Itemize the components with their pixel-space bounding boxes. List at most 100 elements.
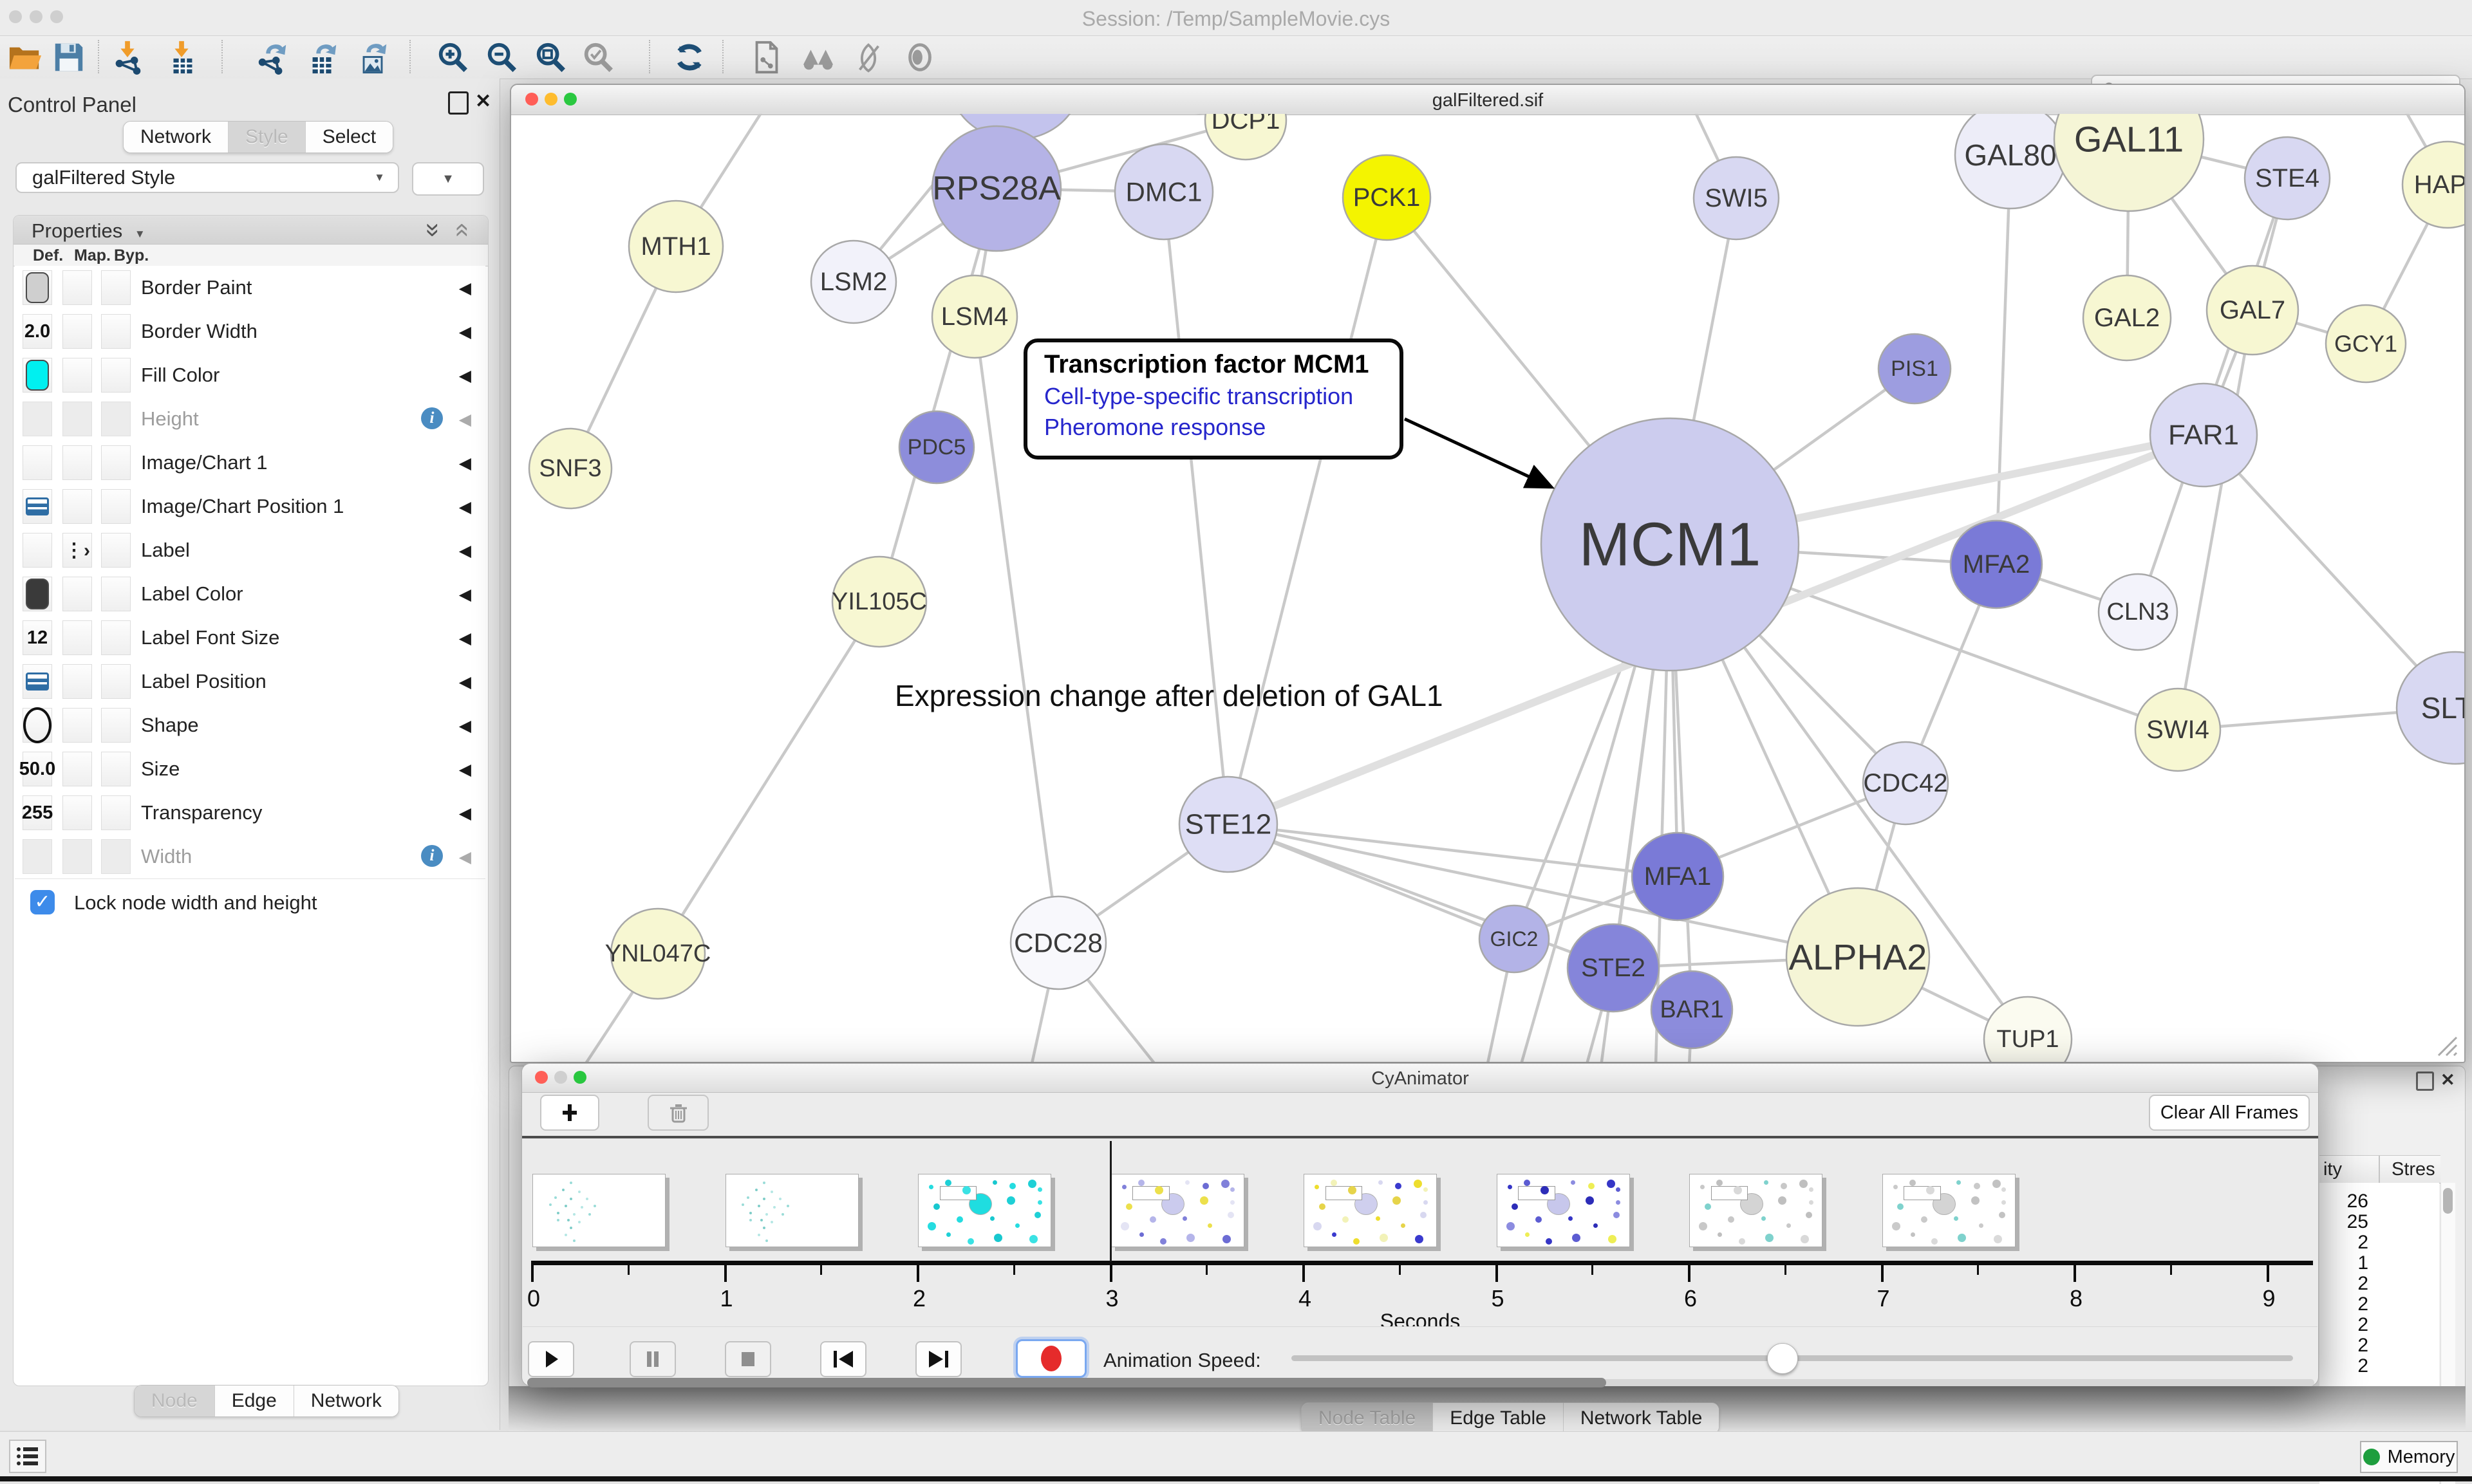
bypass-cell[interactable]: [101, 620, 131, 655]
default-cell[interactable]: [23, 270, 52, 305]
tab-network-bottom[interactable]: Network: [294, 1386, 398, 1416]
expand-property-icon[interactable]: ◀: [459, 322, 471, 342]
bypass-cell[interactable]: [101, 270, 131, 305]
bypass-cell[interactable]: [101, 839, 131, 874]
bypass-cell[interactable]: [101, 533, 131, 568]
open-session-icon[interactable]: [5, 39, 45, 76]
mapping-cell[interactable]: [62, 708, 92, 743]
mapping-cell[interactable]: [62, 270, 92, 305]
default-cell[interactable]: [23, 664, 52, 699]
annotation-link[interactable]: Cell-type-specific transcription: [1044, 383, 1400, 410]
property-row-fill-color[interactable]: Fill Color◀: [15, 353, 485, 398]
default-cell[interactable]: [23, 358, 52, 393]
default-cell[interactable]: [23, 533, 52, 568]
network-edge[interactable]: [1228, 198, 1387, 824]
tab-style[interactable]: Style: [229, 122, 306, 153]
expand-property-icon[interactable]: ◀: [459, 716, 471, 736]
refresh-icon[interactable]: [670, 39, 709, 76]
clear-all-frames-button[interactable]: Clear All Frames: [2149, 1095, 2310, 1131]
annotation-link[interactable]: Pheromone response: [1044, 414, 1400, 441]
collapse-all-icon[interactable]: «: [448, 223, 477, 237]
default-cell[interactable]: [23, 489, 52, 524]
tab-network[interactable]: Network: [124, 122, 229, 153]
property-row-transparency[interactable]: 255Transparency◀: [15, 791, 485, 835]
float-panel-icon[interactable]: [2416, 1071, 2434, 1091]
property-row-label-color[interactable]: Label Color◀: [15, 572, 485, 617]
expand-property-icon[interactable]: ◀: [459, 279, 471, 298]
bypass-cell[interactable]: [101, 358, 131, 393]
column-header-partial[interactable]: ity: [2323, 1159, 2342, 1180]
expand-property-icon[interactable]: ◀: [459, 454, 471, 473]
table-cell-value[interactable]: 25: [2347, 1211, 2368, 1233]
default-cell[interactable]: 12: [23, 620, 52, 655]
property-row-image-chart-position-1[interactable]: Image/Chart Position 1◀: [15, 485, 485, 529]
delete-frame-button[interactable]: [648, 1095, 709, 1131]
network-edge[interactable]: [658, 602, 879, 954]
bypass-cell[interactable]: [101, 795, 131, 830]
frame-thumbnail-1[interactable]: [726, 1174, 859, 1247]
mapping-cell[interactable]: [62, 752, 92, 786]
property-row-height[interactable]: Heighti◀: [15, 397, 485, 441]
style-options-button[interactable]: ▼: [412, 162, 484, 196]
tab-node-table[interactable]: Node Table: [1302, 1403, 1433, 1434]
frame-thumbnail-3[interactable]: [1111, 1174, 1244, 1247]
bypass-cell[interactable]: [101, 489, 131, 524]
network-canvas[interactable]: RPS22BRPS28ADCP1DMC1PCK1MTH1LSM2LSM4SWI5…: [511, 114, 2464, 1062]
frame-thumbnail-5[interactable]: [1497, 1174, 1630, 1247]
table-cell-value[interactable]: 2: [2357, 1335, 2368, 1357]
hide-graphics-details-icon[interactable]: [848, 39, 888, 76]
resize-grip-icon[interactable]: [2432, 1031, 2458, 1057]
expand-property-icon[interactable]: ◀: [459, 804, 471, 823]
property-row-width[interactable]: Widthi◀: [15, 835, 485, 879]
property-row-label-position[interactable]: Label Position◀: [15, 660, 485, 704]
export-network-icon[interactable]: [252, 39, 292, 76]
import-network-icon[interactable]: [108, 39, 148, 76]
show-graphics-details-icon[interactable]: [900, 39, 940, 76]
tab-edge-table[interactable]: Edge Table: [1433, 1403, 1564, 1434]
close-panel-icon[interactable]: ✕: [2440, 1070, 2455, 1090]
frame-thumbnail-2[interactable]: [918, 1174, 1051, 1247]
skip-to-end-button[interactable]: [915, 1341, 962, 1377]
table-cell-value[interactable]: 2: [2357, 1314, 2368, 1336]
default-cell[interactable]: 50.0: [23, 752, 52, 786]
mapping-cell[interactable]: [62, 402, 92, 436]
expand-all-icon[interactable]: »: [418, 223, 447, 237]
expand-property-icon[interactable]: ◀: [459, 541, 471, 561]
property-row-size[interactable]: 50.0Size◀: [15, 747, 485, 792]
mapping-cell[interactable]: [62, 795, 92, 830]
text-annotation[interactable]: Expression change after deletion of GAL1: [895, 678, 1443, 713]
save-session-icon[interactable]: [49, 39, 89, 76]
expand-property-icon[interactable]: ◀: [459, 629, 471, 648]
mapping-cell[interactable]: [62, 577, 92, 611]
frame-thumbnail-6[interactable]: [1689, 1174, 1822, 1247]
network-edge[interactable]: [1996, 155, 2010, 564]
default-cell[interactable]: 255: [23, 795, 52, 830]
bypass-cell[interactable]: [101, 314, 131, 349]
tab-node[interactable]: Node: [135, 1386, 215, 1416]
tab-edge[interactable]: Edge: [215, 1386, 294, 1416]
export-image-icon[interactable]: [353, 39, 393, 76]
default-cell[interactable]: [23, 445, 52, 480]
mapping-cell[interactable]: [62, 839, 92, 874]
bypass-cell[interactable]: [101, 752, 131, 786]
info-icon[interactable]: i: [421, 407, 443, 429]
expand-property-icon[interactable]: ◀: [459, 497, 471, 517]
tab-select[interactable]: Select: [306, 122, 393, 153]
zoom-out-icon[interactable]: [482, 39, 521, 76]
table-cell-value[interactable]: 2: [2357, 1232, 2368, 1254]
expand-property-icon[interactable]: ◀: [459, 848, 471, 867]
network-edge[interactable]: [879, 189, 997, 602]
table-cell-value[interactable]: 2: [2357, 1294, 2368, 1315]
float-panel-icon[interactable]: [448, 91, 469, 115]
expand-property-icon[interactable]: ◀: [459, 410, 471, 429]
close-panel-icon[interactable]: ✕: [475, 90, 491, 113]
table-cell-value[interactable]: 2: [2357, 1273, 2368, 1295]
default-cell[interactable]: [23, 708, 52, 743]
expand-property-icon[interactable]: ◀: [459, 366, 471, 385]
table-cell-value[interactable]: 2: [2357, 1355, 2368, 1377]
mapping-cell[interactable]: [62, 445, 92, 480]
mapping-cell[interactable]: [62, 664, 92, 699]
task-history-button[interactable]: [9, 1440, 46, 1473]
play-button[interactable]: [528, 1341, 574, 1377]
expand-property-icon[interactable]: ◀: [459, 760, 471, 779]
